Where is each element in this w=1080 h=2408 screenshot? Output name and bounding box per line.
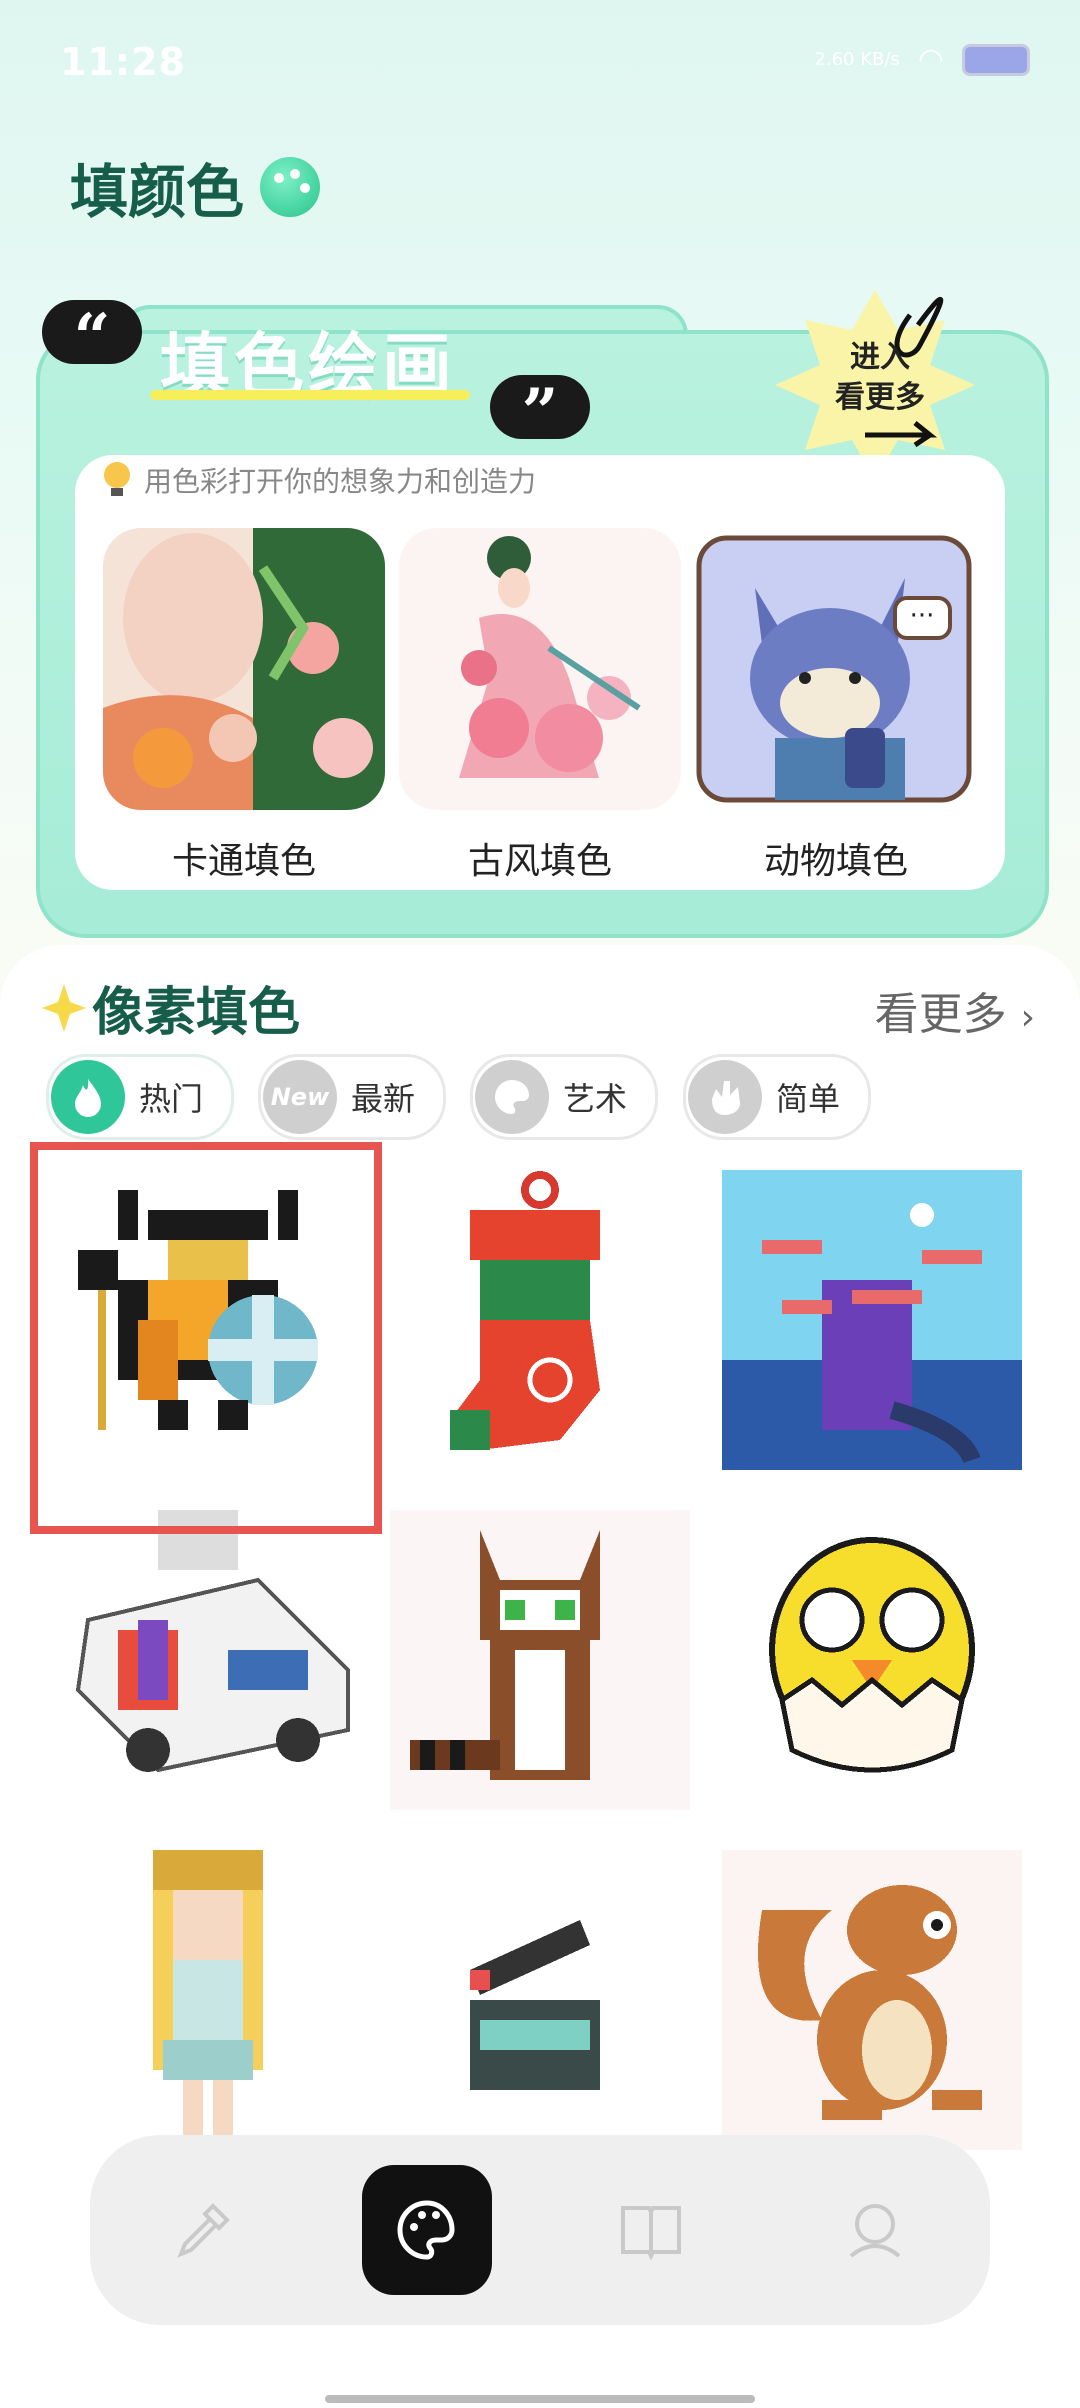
animal-thumbnail: ··· (696, 535, 972, 803)
category-label: 古风填色 (467, 841, 612, 882)
category-ancient[interactable]: 古风填色 (399, 528, 681, 884)
network-speed: 2.60 KB/s (814, 49, 900, 70)
sparkle-icon (42, 983, 86, 1032)
chip-hot[interactable]: 热门 (46, 1054, 235, 1140)
battery-icon (962, 43, 1030, 76)
pipette-icon (177, 2203, 230, 2258)
tile-tree-house[interactable] (722, 1170, 1022, 1470)
selection-highlight (30, 1142, 382, 1534)
chip-art[interactable]: 艺术 (470, 1054, 659, 1140)
palette-icon (397, 2200, 455, 2260)
title-underline (150, 390, 470, 400)
profile-icon (849, 2204, 901, 2258)
chip-new[interactable]: New 最新 (258, 1054, 447, 1140)
category-animal[interactable]: ··· 动物填色 (695, 528, 977, 884)
nav-profile[interactable] (810, 2165, 940, 2295)
bulb-icon (104, 462, 130, 496)
nav-pipette[interactable] (138, 2165, 268, 2295)
tile-christmas-stocking[interactable] (390, 1170, 690, 1470)
palette-logo-icon (260, 157, 321, 217)
category-label: 卡通填色 (171, 841, 316, 882)
fire-icon (51, 1060, 125, 1134)
svg-text:···: ··· (910, 601, 935, 631)
status-time: 11:28 (60, 40, 186, 84)
banner-subtitle: 用色彩打开你的想象力和创造力 (100, 460, 536, 500)
pixel-section-title: 像素填色 (40, 970, 300, 1045)
book-icon (621, 2206, 681, 2260)
hand-icon (688, 1060, 762, 1134)
close-quote-icon: ” (490, 375, 590, 450)
see-more-link[interactable]: 看更多 › (875, 978, 1035, 1042)
see-more-badge-text[interactable]: 进入 看更多 (820, 338, 940, 418)
chevron-right-icon: › (1020, 997, 1035, 1038)
ancient-thumbnail (399, 528, 681, 810)
palette-icon (475, 1060, 549, 1134)
tile-girl[interactable] (58, 1850, 358, 2150)
tile-raccoon[interactable] (390, 1510, 690, 1810)
tile-chick[interactable] (722, 1510, 1022, 1810)
chip-simple[interactable]: 简单 (683, 1054, 872, 1140)
app-title-text: 填颜色 (70, 158, 245, 226)
tile-news-van[interactable] (58, 1510, 358, 1810)
category-label: 动物填色 (763, 841, 908, 882)
open-quote-icon: “ (42, 300, 142, 375)
nav-palette[interactable] (362, 2165, 492, 2295)
home-indicator[interactable] (325, 2395, 755, 2403)
nav-book[interactable] (586, 2165, 716, 2295)
tile-squirrel[interactable] (722, 1850, 1022, 2150)
status-icons: 2.60 KB/s ◠ (814, 42, 1030, 77)
wifi-icon: ◠ (917, 42, 944, 77)
category-cartoon[interactable]: 卡通填色 (103, 528, 385, 884)
tile-clapperboard[interactable] (390, 1850, 690, 2150)
cartoon-thumbnail (103, 528, 385, 810)
app-title: 填颜色 (70, 145, 321, 229)
new-icon: New (263, 1060, 337, 1134)
